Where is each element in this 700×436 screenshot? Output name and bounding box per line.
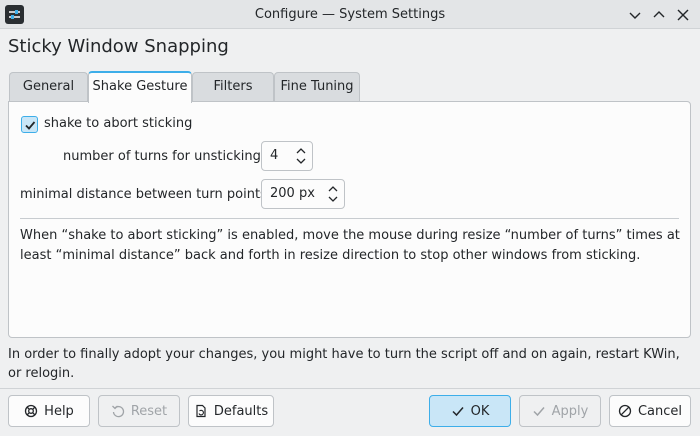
turns-value[interactable]: 4 xyxy=(270,142,278,170)
maximize-button[interactable] xyxy=(648,4,669,25)
close-icon xyxy=(677,9,688,20)
turns-spinbox[interactable]: 4 xyxy=(261,141,313,171)
minimize-button[interactable] xyxy=(624,4,645,25)
lifebuoy-icon xyxy=(25,404,38,418)
divider xyxy=(20,218,679,219)
distance-label: minimal distance between turn points: xyxy=(20,187,272,202)
tab-general[interactable]: General xyxy=(9,72,88,102)
ok-button[interactable]: OK xyxy=(429,395,511,427)
help-label: Help xyxy=(44,403,74,419)
window-title: Configure — System Settings xyxy=(254,7,446,22)
tab-filters[interactable]: Filters xyxy=(192,72,274,102)
distance-spinbox[interactable]: 200 px xyxy=(261,179,345,209)
tab-fine-tuning[interactable]: Fine Tuning xyxy=(274,72,360,102)
chevron-up-icon xyxy=(653,10,664,17)
spin-arrows-icon xyxy=(296,148,306,164)
apply-label: Apply xyxy=(551,403,589,419)
cancel-button[interactable]: Cancel xyxy=(609,395,691,427)
document-revert-icon xyxy=(196,404,206,418)
reset-label: Reset xyxy=(130,403,168,419)
distance-value[interactable]: 200 px xyxy=(270,180,315,208)
apply-button[interactable]: Apply xyxy=(519,395,601,427)
cancel-icon xyxy=(618,404,632,418)
defaults-label: Defaults xyxy=(213,403,269,419)
ok-label: OK xyxy=(470,403,490,419)
shake-to-abort-label[interactable]: shake to abort sticking xyxy=(44,116,192,131)
page-title: Sticky Window Snapping xyxy=(8,36,229,57)
cancel-label: Cancel xyxy=(637,403,683,419)
footer-divider xyxy=(0,388,700,389)
undo-icon xyxy=(111,405,124,418)
defaults-button[interactable]: Defaults xyxy=(188,395,274,427)
checkmark-icon xyxy=(452,407,464,417)
help-button[interactable]: Help xyxy=(8,395,90,427)
shake-to-abort-checkbox[interactable] xyxy=(21,116,38,133)
reset-button[interactable]: Reset xyxy=(98,395,180,427)
shake-gesture-panel xyxy=(8,101,691,338)
turns-label: number of turns for unsticking: xyxy=(63,149,266,164)
spin-arrows-icon xyxy=(328,186,338,202)
shake-description: When “shake to abort sticking” is enable… xyxy=(20,228,680,263)
tab-shake-gesture[interactable]: Shake Gesture xyxy=(88,71,192,103)
chevron-down-icon xyxy=(629,12,640,19)
restart-note: In order to finally adopt your changes, … xyxy=(8,347,680,381)
checkmark-icon xyxy=(533,407,545,417)
checkmark-icon xyxy=(24,120,35,130)
title-bar: Configure — System Settings xyxy=(0,0,700,29)
close-window-button[interactable] xyxy=(672,4,693,25)
